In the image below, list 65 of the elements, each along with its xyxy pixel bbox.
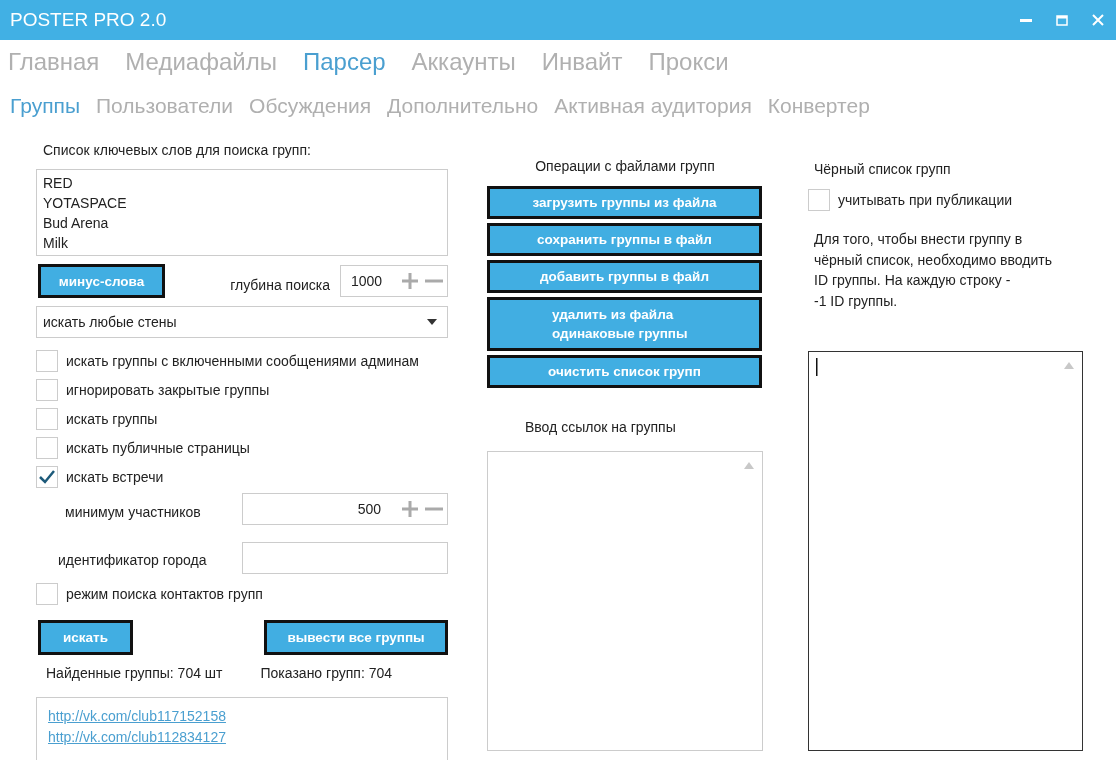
minimize-icon — [1020, 18, 1032, 22]
file-action-button[interactable]: загрузить группы из файла — [487, 186, 762, 219]
search-button[interactable]: искать — [38, 620, 133, 655]
file-action-button[interactable]: добавить группы в файл — [487, 260, 762, 293]
file-action-button[interactable]: сохранить группы в файл — [487, 223, 762, 256]
keywords-field[interactable]: RED YOTASPACE Bud Arena Milk — [36, 169, 448, 256]
shown-count-label: Показано групп: 704 — [260, 665, 393, 681]
checkbox[interactable] — [36, 436, 58, 459]
sub-tab[interactable]: Дополнительно — [387, 94, 541, 118]
checkbox[interactable] — [36, 349, 58, 372]
nav-tab[interactable]: Медиафайлы — [125, 48, 287, 76]
minus-words-button[interactable]: минус-слова — [38, 264, 165, 298]
links-input-title: Ввод ссылок на группы — [525, 419, 677, 435]
depth-label: глубина поиска — [230, 277, 330, 293]
found-count-label: Найденные группы: 704 шт — [46, 665, 223, 681]
option-label: учитывать при публикации — [838, 191, 1012, 208]
dropdown-arrow-icon — [427, 319, 437, 325]
depth-spinner[interactable]: 1000 — [340, 265, 448, 297]
minus-icon[interactable] — [425, 507, 443, 511]
minus-icon[interactable] — [425, 279, 443, 283]
window-title: POSTER PRO 2.0 — [10, 9, 168, 31]
file-action-button[interactable]: очистить список групп — [487, 355, 762, 388]
plus-icon[interactable] — [401, 500, 419, 518]
checkbox[interactable] — [36, 582, 58, 605]
wall-dropdown[interactable]: искать любые стены — [36, 306, 448, 338]
nav-tab[interactable]: Главная — [8, 48, 110, 76]
checkbox[interactable] — [36, 407, 58, 430]
nav-tab[interactable]: Парсер — [302, 48, 396, 76]
nav-tab[interactable]: Прокси — [648, 48, 739, 76]
option-label: искать публичные страницы — [66, 439, 250, 456]
sub-tab[interactable]: Обсуждения — [249, 94, 374, 118]
nav-tab[interactable]: Инвайт — [541, 48, 633, 76]
sub-tab[interactable]: Активная аудитория — [554, 94, 754, 118]
sub-tab[interactable]: Конвертер — [767, 94, 872, 118]
min-members-label: минимум участников — [65, 504, 201, 520]
option-label: режим поиска контактов групп — [66, 585, 263, 602]
sub-tab[interactable]: Группы — [10, 94, 82, 118]
links-input-field[interactable] — [487, 451, 763, 751]
text-cursor — [816, 358, 818, 376]
keywords-label: Список ключевых слов для поиска групп: — [43, 142, 312, 158]
sub-tab[interactable]: Пользователи — [96, 94, 236, 118]
checkbox[interactable] — [808, 188, 830, 211]
nav-tab[interactable]: Аккаунты — [411, 48, 526, 76]
group-link[interactable]: http://vk.com/club112834127 — [48, 727, 226, 748]
city-field[interactable] — [242, 542, 448, 574]
min-members-spinner[interactable]: 500 — [242, 493, 448, 525]
option-label: игнорировать закрытые группы — [66, 381, 270, 398]
file-action-button[interactable]: удалить из файла одинаковые группы — [487, 297, 762, 351]
blacklist-field[interactable] — [808, 351, 1083, 751]
checkbox[interactable] — [36, 465, 58, 488]
close-icon — [1092, 14, 1104, 26]
group-link[interactable]: http://vk.com/club117152158 — [48, 706, 226, 727]
plus-icon[interactable] — [401, 272, 419, 290]
scroll-up-icon[interactable] — [744, 462, 754, 469]
option-label: искать встречи — [66, 468, 164, 485]
city-label: идентификатор города — [58, 552, 207, 568]
maximize-icon — [1056, 14, 1068, 26]
checkbox[interactable] — [36, 378, 58, 401]
option-label: искать группы с включенными сообщениями админам — [66, 352, 419, 369]
file-ops-title: Операции с файлами групп — [534, 158, 716, 174]
option-label: искать группы — [66, 410, 158, 427]
blacklist-title: Чёрный список групп — [814, 161, 952, 177]
show-all-button[interactable]: вывести все группы — [264, 620, 448, 655]
scroll-up-icon[interactable] — [1064, 362, 1074, 369]
blacklist-hint: Для того, чтобы внести группу в чёрный список, необходимо вводить ID группы. На каждую строку - -1 ID группы. — [814, 230, 1053, 311]
